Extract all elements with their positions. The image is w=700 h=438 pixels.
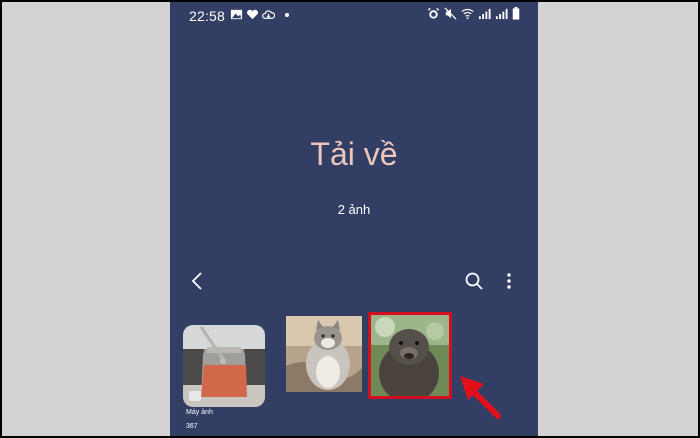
- cloud-icon: [262, 10, 275, 19]
- album-title: Tải về: [310, 136, 398, 172]
- signal-icon: [495, 8, 508, 20]
- cat-photo-image: [286, 316, 362, 392]
- screenshot-frame: 22:58 Tải về 2 ảnh Máy ảnh 367: [2, 2, 698, 436]
- search-button[interactable]: [460, 267, 488, 295]
- more-vertical-icon: [507, 273, 511, 289]
- heart-icon: [247, 9, 258, 20]
- album-thumbnail-camera[interactable]: [183, 325, 265, 407]
- battery-icon: [512, 7, 520, 20]
- search-icon: [465, 272, 483, 290]
- back-button[interactable]: [184, 267, 212, 295]
- image-icon: [230, 9, 243, 20]
- photo-thumbnail-cat[interactable]: [286, 316, 362, 392]
- back-icon: [191, 272, 202, 290]
- mute-icon: [444, 7, 457, 20]
- status-time: 22:58: [189, 8, 226, 24]
- photo-thumbnail-highlighted[interactable]: [368, 312, 452, 399]
- album-name: Máy ảnh: [186, 409, 213, 416]
- wifi-icon: [461, 8, 474, 20]
- status-bar: 22:58: [170, 2, 538, 28]
- more-options-button[interactable]: [495, 267, 523, 295]
- status-left-icons: [230, 8, 290, 21]
- status-right-icons: [427, 7, 520, 20]
- album-item-count: 367: [186, 423, 198, 430]
- album-photo-count: 2 ảnh: [337, 202, 371, 217]
- signal-icon: [478, 8, 491, 20]
- jar-photo-image: [183, 325, 265, 407]
- annotation-arrow-icon: [460, 376, 501, 419]
- cat-selfie-photo-image: [371, 315, 449, 396]
- dot-icon: [285, 12, 289, 17]
- alarm-icon: [427, 7, 440, 19]
